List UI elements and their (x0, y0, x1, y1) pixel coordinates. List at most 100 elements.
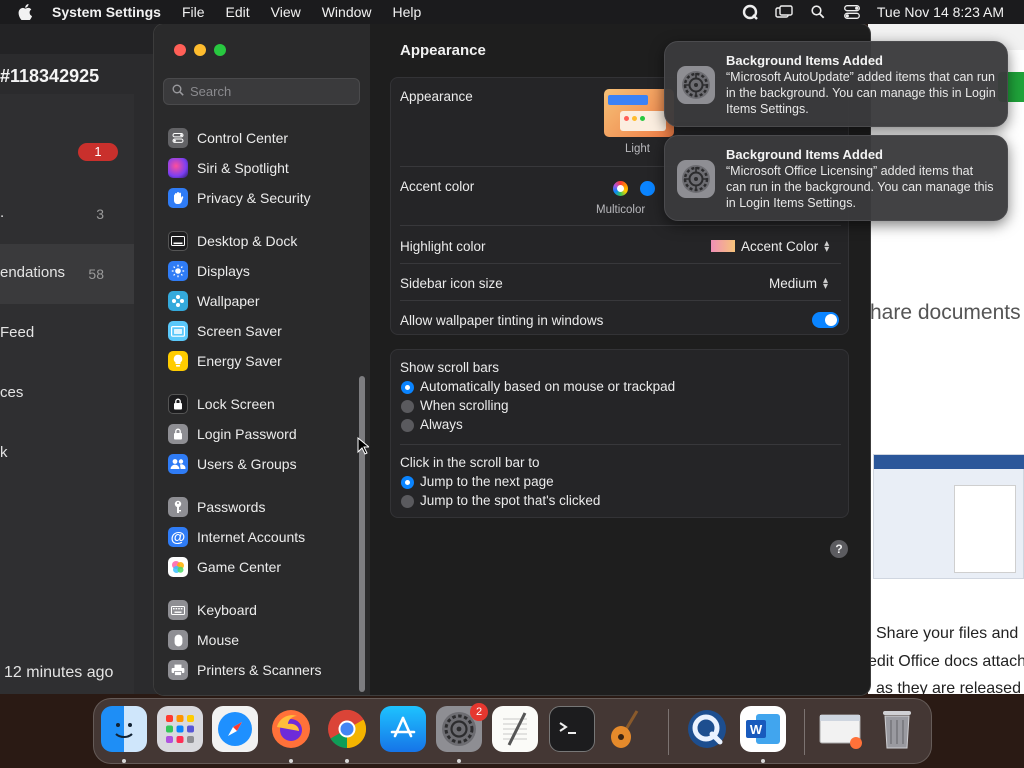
sidebar-item-label: Wallpaper (197, 293, 260, 309)
bg-row-count: 58 (88, 266, 104, 282)
users-icon (168, 454, 188, 474)
sidebar-item-wallpaper[interactable]: Wallpaper (168, 288, 260, 314)
radio-label: Automatically based on mouse or trackpad (420, 379, 676, 394)
sidebar-item-control-center[interactable]: Control Center (168, 125, 288, 151)
sidebar-item-lock-screen[interactable]: Lock Screen (168, 391, 275, 417)
apple-icon[interactable] (18, 4, 36, 20)
bg-row-label: Feed (0, 324, 35, 341)
terminal-prompt-icon (559, 722, 576, 734)
sidebar-item-desktop-dock[interactable]: Desktop & Dock (168, 228, 297, 254)
dock-app-store[interactable] (380, 706, 426, 752)
control-center-menubar-icon[interactable] (843, 4, 861, 20)
bg-row[interactable]: ces (0, 364, 134, 424)
dock-chrome[interactable] (324, 706, 370, 752)
dock-trash[interactable] (874, 706, 920, 752)
radio-scroll-always[interactable] (401, 419, 414, 432)
menu-app-name[interactable]: System Settings (52, 4, 161, 20)
divider (400, 263, 841, 264)
background-toolbar (0, 24, 160, 54)
sidebar-item-privacy-security[interactable]: Privacy & Security (168, 185, 311, 211)
sidebar-item-label: Login Password (197, 426, 297, 442)
sidebar-item-printers-scanners[interactable]: Printers & Scanners (168, 657, 322, 683)
sidebar-item-users-groups[interactable]: Users & Groups (168, 451, 297, 477)
dock-downloads-stack[interactable] (818, 706, 864, 752)
spotlight-icon[interactable] (809, 4, 827, 20)
notification-title: Background Items Added (726, 53, 883, 68)
zoom-button[interactable] (214, 44, 226, 56)
dock-safari[interactable] (212, 706, 258, 752)
sun-icon (168, 261, 188, 281)
bg-row[interactable]: k (0, 424, 134, 484)
bg-row[interactable]: . 3 (0, 184, 134, 244)
sidebar-item-keyboard[interactable]: Keyboard (168, 597, 257, 623)
dock-quicktime[interactable] (684, 706, 730, 752)
highlight-color-select[interactable]: Accent Color ▴ ▾ (711, 239, 829, 255)
menu-window[interactable]: Window (322, 4, 372, 20)
bulb-icon (168, 351, 188, 371)
notification-autoupdate[interactable]: Background Items Added “Microsoft AutoUp… (664, 41, 1008, 127)
web-text: Share your files and (876, 625, 1019, 642)
dock-terminal[interactable] (549, 706, 595, 752)
sidebar-item-game-center[interactable]: Game Center (168, 554, 281, 580)
sidebar-item-displays[interactable]: Displays (168, 258, 250, 284)
menubar-clock[interactable]: Tue Nov 14 8:23 AM (877, 4, 1004, 20)
sidebar-item-mouse[interactable]: Mouse (168, 627, 239, 653)
radio-jump-to-spot[interactable] (401, 495, 414, 508)
screen-mirroring-icon[interactable] (775, 4, 793, 20)
game-center-icon (168, 557, 188, 577)
radio-label: When scrolling (420, 398, 509, 413)
wallpaper-tinting-toggle[interactable] (812, 312, 839, 328)
bg-row[interactable]: Feed (0, 304, 134, 364)
scroll-bars-panel: Show scroll bars Automatically based on … (390, 349, 849, 518)
dock-firefox[interactable] (268, 706, 314, 752)
sidebar-item-siri-spotlight[interactable]: Siri & Spotlight (168, 155, 289, 181)
accent-blue-swatch[interactable] (640, 181, 655, 196)
sidebar-item-label: Displays (197, 263, 250, 279)
sidebar-item-screen-saver[interactable]: Screen Saver (168, 318, 282, 344)
quicktime-status-icon[interactable] (741, 4, 759, 20)
bg-row[interactable]: 1 (0, 124, 134, 184)
sidebar-item-internet-accounts[interactable]: @ Internet Accounts (168, 524, 305, 550)
firefox-icon (272, 710, 310, 748)
help-button[interactable]: ? (830, 540, 848, 558)
sidebar-item-label: Control Center (197, 130, 289, 146)
dock-separator (668, 709, 669, 755)
bg-row[interactable]: endations 58 (0, 244, 134, 304)
sidebar-item-energy-saver[interactable]: Energy Saver (168, 348, 282, 374)
sidebar-item-passwords[interactable]: Passwords (168, 494, 265, 520)
sidebar-scrollbar[interactable] (359, 376, 365, 692)
sidebar-item-label: Desktop & Dock (197, 233, 298, 249)
dock-word[interactable]: W (740, 706, 786, 752)
dock-launchpad[interactable] (157, 706, 203, 752)
radio-label: Always (420, 417, 463, 432)
search-field[interactable] (163, 78, 360, 105)
radio-jump-next-page[interactable] (401, 476, 414, 489)
running-indicator (345, 759, 349, 763)
dock-textedit[interactable] (492, 706, 538, 752)
menu-view[interactable]: View (271, 4, 301, 20)
sidebar-item-label: Users & Groups (197, 456, 297, 472)
sidebar-item-login-password[interactable]: Login Password (168, 421, 297, 447)
menu-file[interactable]: File (182, 4, 205, 20)
quicktime-icon (688, 710, 726, 748)
notification-office-licensing[interactable]: Background Items Added “Microsoft Office… (664, 135, 1008, 221)
wallpaper-tinting-label: Allow wallpaper tinting in windows (400, 313, 604, 328)
sidebar-item-label: Keyboard (197, 602, 257, 618)
radio-scroll-automatic[interactable] (401, 381, 414, 394)
sidebar-icon-size-select[interactable]: Medium ▴ ▾ (769, 276, 828, 292)
menu-edit[interactable]: Edit (226, 4, 250, 20)
accent-multicolor-swatch[interactable] (613, 181, 628, 196)
minimize-button[interactable] (194, 44, 206, 56)
accent-color-label: Accent color (400, 179, 475, 194)
running-indicator (761, 759, 765, 763)
close-button[interactable] (174, 44, 186, 56)
sidebar-item-label: Passwords (197, 499, 266, 515)
search-input[interactable] (190, 84, 350, 99)
running-indicator (457, 759, 461, 763)
menu-help[interactable]: Help (393, 4, 422, 20)
running-indicator (289, 759, 293, 763)
dock-garageband[interactable] (604, 706, 650, 752)
dock-finder[interactable] (101, 706, 147, 752)
search-icon (172, 83, 184, 101)
radio-scroll-when-scrolling[interactable] (401, 400, 414, 413)
